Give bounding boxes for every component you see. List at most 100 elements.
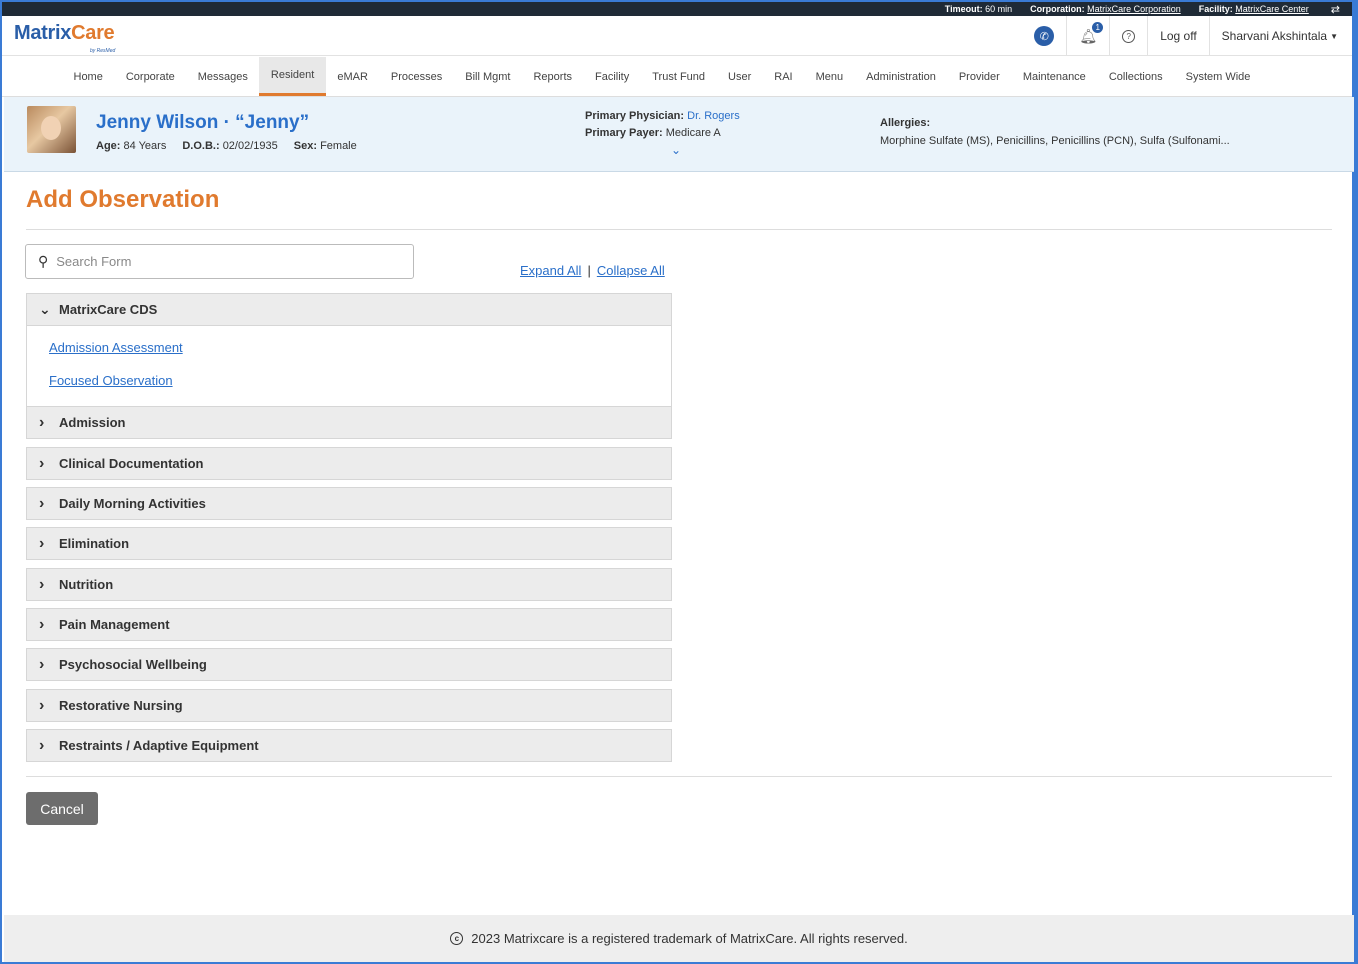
chevron-right-icon: › [39,494,45,512]
expand-collapse-controls: Expand All | Collapse All [520,263,665,278]
switch-facility-icon[interactable]: ⇄ [1331,3,1340,16]
resident-name[interactable]: Jenny Wilson · “Jenny” [96,112,309,134]
section-header[interactable]: › Restraints / Adaptive Equipment [27,730,671,761]
nav-item-trust-fund[interactable]: Trust Fund [641,57,717,96]
nav-item-system-wide[interactable]: System Wide [1174,57,1262,96]
nav-item-resident[interactable]: Resident [259,57,326,96]
chevron-down-icon[interactable]: ⌄ [671,143,681,157]
section-label: Pain Management [59,617,170,632]
footer-text: 2023 Matrixcare is a registered trademar… [471,931,908,946]
section-header[interactable]: › Admission [27,407,671,438]
resident-banner: Jenny Wilson · “Jenny” Age: 84 Years D.O… [4,97,1354,172]
section-header[interactable]: › Daily Morning Activities [27,488,671,519]
help-icon: ? [1122,29,1136,43]
app-window: Timeout: 60 min Corporation: MatrixCare … [0,0,1358,964]
matrixcare-logo[interactable]: MatrixCare by ResMed [14,22,115,54]
form-section: › Pain Management [26,608,672,641]
resident-age: 84 Years [123,140,167,152]
nav-item-collections[interactable]: Collections [1097,57,1174,96]
allergies-list: Morphine Sulfate (MS), Penicillins, Peni… [880,135,1230,147]
form-section: ⌄ MatrixCare CDS Admission Assessment Focus… [26,293,672,409]
copyright-icon: c [450,932,464,945]
form-link[interactable]: Focused Observation [49,369,671,402]
section-header[interactable]: › Psychosocial Wellbeing [27,649,671,680]
search-input[interactable] [56,254,377,269]
nav-item-facility[interactable]: Facility [584,57,641,96]
form-link[interactable]: Admission Assessment [49,336,671,369]
facility-info: Facility: MatrixCare Center [1198,4,1309,14]
chevron-right-icon: › [39,575,45,593]
caret-down-icon: ▼ [1330,31,1338,41]
section-header[interactable]: › Elimination [27,528,671,559]
section-header[interactable]: › Restorative Nursing [27,690,671,721]
facility-link[interactable]: MatrixCare Center [1235,4,1309,14]
nav-item-menu[interactable]: Menu [804,57,855,96]
chevron-right-icon: › [39,615,45,633]
expand-all-link[interactable]: Expand All [520,263,581,278]
section-label: Nutrition [59,577,114,592]
chevron-right-icon: › [39,696,45,714]
section-label: Restraints / Adaptive Equipment [59,738,259,753]
notification-count-badge: 1 [1092,21,1104,33]
form-section: › Admission [26,406,672,439]
nav-item-provider[interactable]: Provider [947,57,1011,96]
resident-allergies: Allergies: Morphine Sulfate (MS), Penici… [880,114,1230,150]
nav-item-rai[interactable]: RAI [763,57,804,96]
cancel-button[interactable]: Cancel [26,792,98,825]
form-section: › Clinical Documentation [26,447,672,480]
chevron-right-icon: › [39,655,45,673]
logoff-button[interactable]: Log off [1147,16,1208,56]
timeout-info: Timeout: 60 min [944,4,1013,14]
app-header: MatrixCare by ResMed ✆ 🔔︎ 1 ? Log off Sha… [2,16,1352,56]
section-label: MatrixCare CDS [59,302,158,317]
session-info-bar: Timeout: 60 min Corporation: MatrixCare … [2,0,1352,16]
chevron-right-icon: › [39,413,45,431]
section-body: Admission Assessment Focused Observation [27,325,671,408]
section-label: Admission [59,415,126,430]
corporation-info: Corporation: MatrixCare Corporation [1030,4,1181,14]
nav-item-home[interactable]: Home [62,57,114,96]
megaphone-icon: ✆ [1034,26,1055,46]
announcements-button[interactable]: ✆ [1022,16,1066,56]
nav-item-user[interactable]: User [717,57,763,96]
user-menu[interactable]: Sharvani Akshintala ▼ [1208,16,1352,56]
section-header[interactable]: › Clinical Documentation [27,448,671,479]
section-header[interactable]: ⌄ MatrixCare CDS [27,294,671,325]
search-form-box[interactable]: ⚲ [25,244,414,279]
section-label: Daily Morning Activities [59,496,206,511]
collapse-all-link[interactable]: Collapse All [597,263,665,278]
section-label: Restorative Nursing [59,698,183,713]
nav-item-messages[interactable]: Messages [186,57,259,96]
chevron-right-icon: › [39,534,45,552]
form-section: › Elimination [26,527,672,560]
page-title: Add Observation [26,186,220,213]
notifications-button[interactable]: 🔔︎ 1 [1066,16,1109,56]
chevron-down-icon: ⌄ [39,301,51,317]
nav-item-corporate[interactable]: Corporate [114,57,186,96]
section-label: Elimination [59,536,130,551]
nav-item-bill-mgmt[interactable]: Bill Mgmt [454,57,522,96]
section-label: Clinical Documentation [59,456,204,471]
main-nav: Home Corporate Messages Resident eMAR Process… [2,57,1352,97]
physician-link[interactable]: Dr. Rogers [687,110,740,122]
nav-item-emar[interactable]: eMAR [326,57,380,96]
bell-icon: 🔔︎ 1 [1079,21,1104,45]
divider [26,776,1332,777]
section-header[interactable]: › Pain Management [27,609,671,640]
nav-item-reports[interactable]: Reports [522,57,584,96]
resident-coverage: Primary Physician: Dr. Rogers Primary Pa… [585,110,740,139]
form-section: › Restraints / Adaptive Equipment [26,729,672,762]
divider [26,229,1332,230]
nav-item-administration[interactable]: Administration [855,57,948,96]
chevron-right-icon: › [39,736,45,754]
form-section: › Restorative Nursing [26,689,672,722]
nav-item-maintenance[interactable]: Maintenance [1011,57,1097,96]
chevron-right-icon: › [39,454,45,472]
form-section: › Nutrition [26,568,672,601]
corporation-link[interactable]: MatrixCare Corporation [1087,4,1181,14]
footer: c 2023 Matrixcare is a registered tradem… [4,915,1354,962]
help-button[interactable]: ? [1109,16,1147,56]
section-header[interactable]: › Nutrition [27,569,671,600]
nav-item-processes[interactable]: Processes [379,57,453,96]
primary-payer: Medicare A [665,127,721,139]
